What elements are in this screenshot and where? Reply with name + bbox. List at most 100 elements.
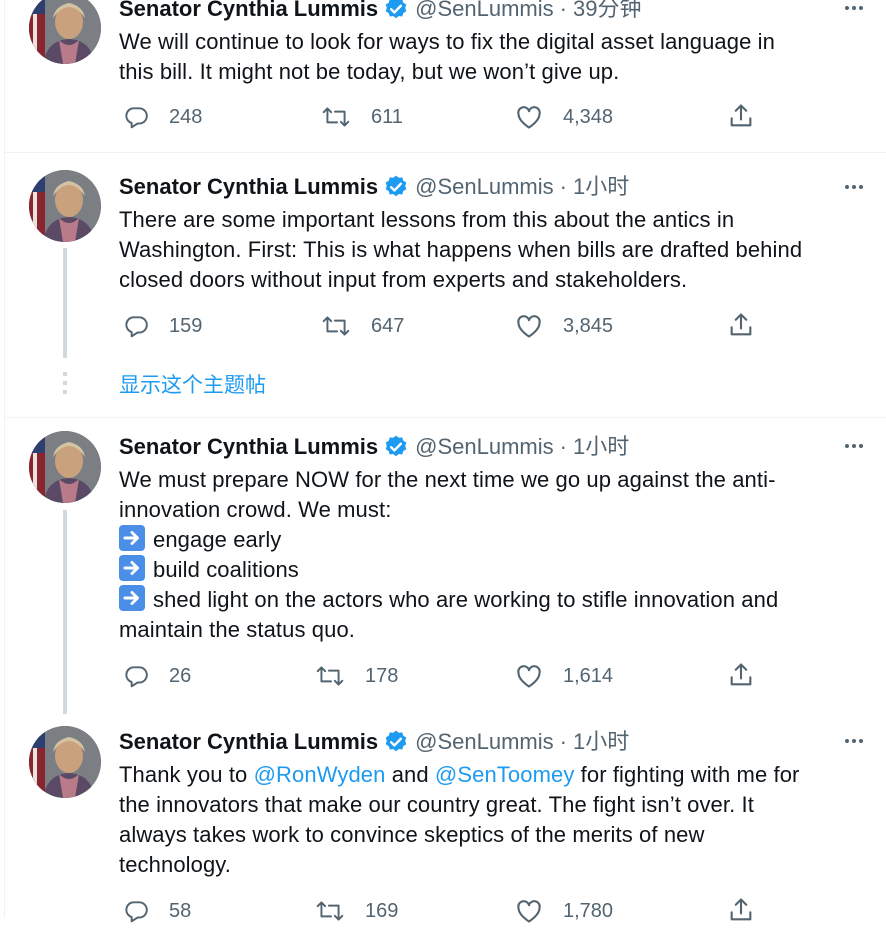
more-dots-icon[interactable] xyxy=(839,0,869,18)
reply-count: 26 xyxy=(169,664,192,687)
tweet-4[interactable]: Senator Cynthia Lummis @SenLummis · 1小时 … xyxy=(5,710,886,923)
tweet-header: Senator Cynthia Lummis @SenLummis · 1小时 xyxy=(119,432,629,462)
retweet-count: 178 xyxy=(365,664,399,687)
text-line: There are some important lessons from th… xyxy=(119,207,735,232)
share-icon xyxy=(730,898,752,921)
like-count: 4,348 xyxy=(563,105,614,128)
like-count: 1,780 xyxy=(563,899,614,922)
more-dots-icon[interactable] xyxy=(839,177,869,197)
author-name[interactable]: Senator Cynthia Lummis xyxy=(119,172,378,202)
text-line: We will continue to look for ways to fix… xyxy=(119,29,775,54)
reply-bubble-icon xyxy=(125,107,148,129)
text-line: Thank you to @RonWyden and @SenToomey fo… xyxy=(119,760,879,790)
retweet-button[interactable]: 169 xyxy=(315,896,398,926)
reply-bubble-icon xyxy=(125,901,148,923)
heart-icon xyxy=(517,665,541,688)
tweet-text: Thank you to @RonWyden and @SenToomey fo… xyxy=(119,760,879,880)
like-button[interactable]: 1,780 xyxy=(515,896,613,926)
timestamp[interactable]: 1小时 xyxy=(573,727,629,757)
share-button[interactable] xyxy=(727,311,755,344)
right-arrow-emoji-icon xyxy=(119,555,145,581)
text-segment: for fighting with me for xyxy=(574,762,800,787)
reply-button[interactable]: 159 xyxy=(123,311,202,341)
action-bar: 159 647 3,845 xyxy=(119,311,769,341)
text-segment: and xyxy=(385,762,435,787)
text-line: always takes work to convince skeptics o… xyxy=(119,822,705,847)
separator: · xyxy=(559,0,567,21)
more-dots-icon[interactable] xyxy=(839,731,869,751)
tweet-header: Senator Cynthia Lummis @SenLummis · 1小时 xyxy=(119,727,629,757)
text-line: technology. xyxy=(119,852,231,877)
avatar[interactable] xyxy=(29,170,101,242)
text-line: We must prepare NOW for the next time we… xyxy=(119,467,776,492)
reply-button[interactable]: 248 xyxy=(123,102,202,132)
verified-badge-icon xyxy=(385,435,407,457)
separator: · xyxy=(559,174,567,199)
retweet-icon xyxy=(322,107,350,127)
tweet-1[interactable]: Senator Cynthia Lummis @SenLummis · 39分钟… xyxy=(5,0,886,152)
like-count: 3,845 xyxy=(563,314,614,337)
retweet-button[interactable]: 178 xyxy=(315,661,398,691)
bullet-line: build coalitions xyxy=(119,555,879,585)
share-button[interactable] xyxy=(727,102,755,135)
timestamp[interactable]: 39分钟 xyxy=(573,0,641,24)
tweet-2[interactable]: Senator Cynthia Lummis @SenLummis · 1小时 … xyxy=(5,153,886,363)
timestamp[interactable]: 1小时 xyxy=(573,432,629,462)
show-thread-link[interactable]: 显示这个主题帖 xyxy=(119,371,266,401)
reply-bubble-icon xyxy=(125,316,148,338)
reply-button[interactable]: 58 xyxy=(123,896,191,926)
mention-link[interactable]: @RonWyden xyxy=(254,762,386,787)
author-handle[interactable]: @SenLummis xyxy=(415,727,554,757)
verified-badge-icon xyxy=(385,175,407,197)
more-dots-icon[interactable] xyxy=(839,436,869,456)
separator: · xyxy=(559,434,567,459)
tweet-3[interactable]: Senator Cynthia Lummis @SenLummis · 1小时 … xyxy=(5,418,886,714)
avatar[interactable] xyxy=(29,0,101,64)
verified-badge-icon xyxy=(385,0,407,19)
heart-icon xyxy=(517,106,541,129)
bullet-line: engage early xyxy=(119,525,879,555)
retweet-count: 647 xyxy=(371,314,405,337)
reply-count: 159 xyxy=(169,314,203,337)
like-button[interactable]: 4,348 xyxy=(515,102,613,132)
text-line: innovation crowd. We must: xyxy=(119,497,392,522)
bullet-text: engage early xyxy=(153,527,282,552)
like-button[interactable]: 3,845 xyxy=(515,311,613,341)
text-line: this bill. It might not be today, but we… xyxy=(119,59,620,84)
bullet-line: shed light on the actors who are working… xyxy=(119,585,879,615)
text-line: the innovators that make our country gre… xyxy=(119,792,754,817)
retweet-icon xyxy=(316,666,344,686)
retweet-button[interactable]: 611 xyxy=(321,102,403,132)
thread-dots xyxy=(63,372,67,399)
right-arrow-emoji-icon xyxy=(119,585,145,611)
author-handle[interactable]: @SenLummis xyxy=(415,432,554,462)
heart-icon xyxy=(517,315,541,338)
share-button[interactable] xyxy=(727,661,755,694)
avatar[interactable] xyxy=(29,431,101,503)
author-name[interactable]: Senator Cynthia Lummis xyxy=(119,432,378,462)
like-count: 1,614 xyxy=(563,664,614,687)
retweet-icon xyxy=(316,901,344,921)
tweet-text: We will continue to look for ways to fix… xyxy=(119,27,879,87)
verified-badge-icon xyxy=(385,730,407,752)
mention-link[interactable]: @SenToomey xyxy=(435,762,575,787)
retweet-button[interactable]: 647 xyxy=(321,311,404,341)
author-name[interactable]: Senator Cynthia Lummis xyxy=(119,0,378,24)
avatar[interactable] xyxy=(29,726,101,798)
reply-bubble-icon xyxy=(125,666,148,688)
timestamp[interactable]: 1小时 xyxy=(573,172,629,202)
heart-icon xyxy=(517,900,541,923)
share-icon xyxy=(730,313,752,336)
author-handle[interactable]: @SenLummis xyxy=(415,0,554,24)
thread-line xyxy=(63,248,67,358)
share-button[interactable] xyxy=(727,896,755,929)
author-handle[interactable]: @SenLummis xyxy=(415,172,554,202)
retweet-icon xyxy=(322,316,350,336)
reply-count: 58 xyxy=(169,899,192,922)
text-line: closed doors without input from experts … xyxy=(119,267,688,292)
reply-button[interactable]: 26 xyxy=(123,661,191,691)
retweet-count: 169 xyxy=(365,899,399,922)
author-name[interactable]: Senator Cynthia Lummis xyxy=(119,727,378,757)
like-button[interactable]: 1,614 xyxy=(515,661,613,691)
share-icon xyxy=(730,104,752,127)
